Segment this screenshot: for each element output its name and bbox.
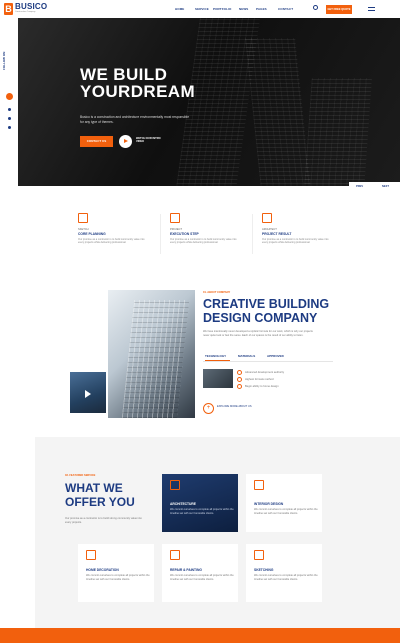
check-icon <box>237 384 242 389</box>
nav-contact[interactable]: CONTACT <box>278 7 293 11</box>
hero-subtitle: Busico is a construction and architectur… <box>80 115 190 124</box>
facebook-icon[interactable] <box>6 93 13 100</box>
feature-desc: Our promise as a contractor is to build … <box>170 238 237 245</box>
menu-icon[interactable] <box>368 7 375 11</box>
project-icon <box>170 213 180 223</box>
logo-tagline: Construction Company <box>15 11 36 13</box>
card-title: ARCHITECTURE <box>170 502 197 506</box>
nav-portfolio[interactable]: PORTFOLIO <box>213 7 231 11</box>
next-button[interactable]: NEXT <box>382 185 389 188</box>
footer-banner <box>0 628 400 643</box>
intro-video-label[interactable]: WATCH OUR INTRO VIDEO <box>136 137 166 144</box>
get-free-quote-button[interactable]: GET FREE QUOTE <box>326 5 352 14</box>
feature-title[interactable]: EXECUTION STEP <box>170 232 260 236</box>
card-title: INTERIOR DESIGN <box>254 502 284 506</box>
feature-card: ARCHITECT PROJECT RESULT Our promise as … <box>262 213 352 245</box>
explore-more-link[interactable]: EXPLORE MORE ABOUT US <box>217 405 257 408</box>
service-card-interior[interactable]: INTERIOR DESIGN We commit ourselves to c… <box>246 474 322 532</box>
check-icon <box>237 377 242 382</box>
about-building-image <box>108 290 195 418</box>
building-image <box>304 78 372 186</box>
hero-title: WE BUILD YOURDREAM <box>80 65 196 101</box>
check-icon <box>237 370 242 375</box>
feature-desc: Our promise as a contractor is to build … <box>262 238 329 245</box>
tab-technology[interactable]: TECHNOLOGY <box>205 354 226 358</box>
tab-divider <box>203 361 333 362</box>
social-rail <box>0 18 18 188</box>
about-title: CREATIVE BUILDING DESIGN COMPANY <box>203 297 330 325</box>
nav-news[interactable]: NEWS <box>239 7 248 11</box>
linkedin-icon[interactable] <box>8 126 11 129</box>
nav-service[interactable]: SERVICE <box>195 7 209 11</box>
card-desc: We commit ourselves to complete all proj… <box>254 508 318 515</box>
service-card-decoration[interactable]: HOME DECORATION We commit ourselves to c… <box>78 544 154 602</box>
check-label: Begin ability to home design <box>245 385 279 388</box>
services-title: WHAT WE OFFER YOU <box>65 481 135 509</box>
building-image <box>245 38 311 186</box>
feature-title[interactable]: PROJECT RESULT <box>262 232 352 236</box>
about-desc: We have intentionally never developed a … <box>203 330 313 337</box>
tab-image <box>203 369 233 388</box>
services-desc: Our promise as a contractor is to build … <box>65 517 142 524</box>
check-label: Highest formats method <box>245 378 274 381</box>
logo-icon[interactable]: B <box>4 3 13 15</box>
feature-card: PROJECT EXECUTION STEP Our promise as a … <box>170 213 260 245</box>
play-icon <box>124 139 128 143</box>
repair-icon <box>170 550 180 560</box>
feature-category: PROJECT <box>170 228 183 231</box>
card-desc: We commit ourselves to complete all proj… <box>254 574 318 581</box>
divider <box>160 214 161 254</box>
services-kicker: 02. FEATURED SERVICE <box>65 474 96 477</box>
site-header: B BUSICO Construction Company HOME SERVI… <box>0 0 400 18</box>
feature-title[interactable]: CORE PLANNING <box>78 232 168 236</box>
check-label: Advanced development authority <box>245 371 285 374</box>
service-card-architecture[interactable]: ARCHITECTURE We commit ourselves to comp… <box>162 474 238 532</box>
prev-button[interactable]: PREV <box>356 185 363 188</box>
play-icon[interactable] <box>85 390 91 398</box>
tab-materials[interactable]: MATERIALS <box>238 354 255 358</box>
nav-home[interactable]: HOME <box>175 7 184 11</box>
card-desc: We commit ourselves to complete all proj… <box>170 508 234 515</box>
architecture-icon <box>170 480 180 490</box>
card-title: SKETCHING <box>254 568 274 572</box>
logo-text[interactable]: BUSICO <box>15 2 47 11</box>
active-tab-indicator <box>205 360 230 361</box>
feature-category: SKETCH <box>78 228 89 231</box>
follow-label: FOLLOW ON <box>2 51 6 70</box>
search-icon[interactable] <box>313 5 318 10</box>
interior-icon <box>254 480 264 490</box>
card-desc: We commit ourselves to complete all proj… <box>170 574 234 581</box>
instagram-icon[interactable] <box>8 117 11 120</box>
plus-icon[interactable]: + <box>203 403 214 414</box>
nav-pages[interactable]: PAGES <box>256 7 267 11</box>
card-title: REPAIR & PAINTING <box>170 568 202 572</box>
service-card-sketching[interactable]: SKETCHING We commit ourselves to complet… <box>246 544 322 602</box>
hero-banner <box>18 18 400 186</box>
card-desc: We commit ourselves to complete all proj… <box>86 574 150 581</box>
card-title: HOME DECORATION <box>86 568 119 572</box>
about-kicker: 01. ABOUT COMPANY <box>203 291 231 294</box>
twitter-icon[interactable] <box>8 108 11 111</box>
decoration-icon <box>86 550 96 560</box>
tab-approved[interactable]: APPROVED <box>267 354 284 358</box>
sketch-icon <box>78 213 88 223</box>
architect-icon <box>262 213 272 223</box>
service-card-repair[interactable]: REPAIR & PAINTING We commit ourselves to… <box>162 544 238 602</box>
feature-desc: Our promise as a contractor is to build … <box>78 238 145 245</box>
feature-card: SKETCH CORE PLANNING Our promise as a co… <box>78 213 168 245</box>
feature-category: ARCHITECT <box>262 228 277 231</box>
sketching-icon <box>254 550 264 560</box>
contact-us-button[interactable]: CONTACT US <box>80 136 113 147</box>
divider <box>252 214 253 254</box>
